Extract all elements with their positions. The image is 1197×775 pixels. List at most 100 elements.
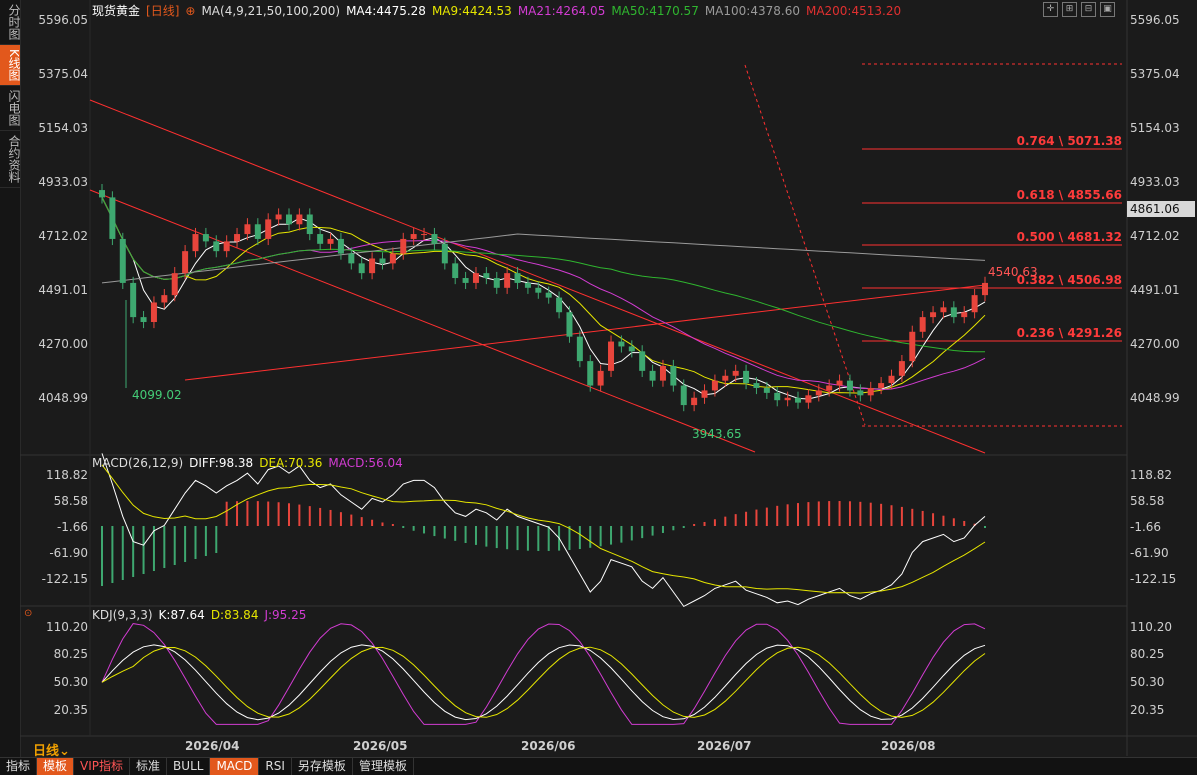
price-tick: 4270.00 [38, 337, 88, 351]
candle-body [254, 224, 261, 239]
candle-body [950, 307, 957, 318]
candle-body [306, 214, 313, 235]
candle-body [234, 234, 241, 242]
price-tick: 4491.01 [38, 283, 88, 297]
macd-tick: 58.58 [1130, 494, 1165, 508]
manage-template-button[interactable]: 管理模板 [353, 758, 414, 775]
macd-diff: DIFF:98.38 [189, 456, 254, 470]
candle-body [285, 214, 292, 225]
kdj-tick: 50.30 [1130, 675, 1165, 689]
candle-body [504, 273, 511, 288]
date-tick: 2026/04 [185, 739, 240, 753]
fib-level-label: 0.236 \ 4291.26 [1017, 326, 1122, 340]
candle-body [628, 346, 635, 352]
trend-line-dashed [744, 64, 866, 426]
candle-body [556, 297, 563, 313]
candle-body [722, 375, 729, 381]
candle-body [743, 370, 750, 384]
price-tick: 4933.03 [38, 175, 88, 189]
bull-button[interactable]: BULL [167, 758, 211, 775]
candle-body [867, 387, 874, 396]
candle-body [317, 234, 324, 244]
candle-body [327, 238, 334, 244]
candle-body [379, 258, 386, 264]
macd-tick: -122.15 [41, 572, 88, 586]
chart-canvas[interactable]: 0.764 \ 5071.38 0.618 \ 4855.66 0.500 \ 46… [0, 0, 1197, 774]
ma50-line [101, 197, 985, 353]
price-tick: 5596.05 [38, 13, 88, 27]
candle-body [369, 258, 376, 274]
kdj-tick: 110.20 [46, 620, 88, 634]
ma9-line [101, 197, 986, 394]
candle-body [348, 253, 355, 264]
candle-body [670, 365, 677, 386]
template-button[interactable]: 模板 [37, 758, 75, 775]
price-annotation: 4540.63 [988, 265, 1038, 279]
candle-body [483, 273, 490, 279]
candle-body [161, 295, 168, 303]
candle-body [701, 390, 708, 398]
candle-body [608, 341, 615, 371]
date-tick: 2026/06 [521, 739, 576, 753]
kdj-tick: 50.30 [53, 675, 88, 689]
candle-body [898, 361, 905, 376]
candle-body [493, 278, 500, 288]
candle-body [389, 253, 396, 264]
candle-body [919, 317, 926, 332]
candle-body [711, 380, 718, 391]
price-tick: 4048.99 [38, 391, 88, 405]
candle-body [182, 251, 189, 274]
macd-value: MACD:56.04 [328, 456, 403, 470]
rsi-button[interactable]: RSI [259, 758, 292, 775]
indicator-button[interactable]: 指标 [0, 758, 38, 775]
candle-body [421, 234, 428, 236]
candle-body [462, 278, 469, 283]
candle-body [130, 282, 137, 318]
candle-body [846, 380, 853, 391]
candle-body [296, 214, 303, 225]
macd-diff-line [101, 453, 986, 608]
macd-button[interactable]: MACD [210, 758, 260, 775]
macd-tick: -61.90 [49, 546, 88, 560]
kdj-settings-icon[interactable]: ⊙ [24, 608, 32, 619]
candle-body [576, 336, 583, 362]
candle-body [99, 190, 105, 198]
price-tick: 5154.03 [1130, 121, 1180, 135]
candle-body [805, 395, 812, 403]
kdj-k: K:87.64 [158, 608, 205, 622]
kdj-tick: 20.35 [53, 703, 88, 717]
candle-body [597, 370, 604, 386]
candle-body [192, 234, 199, 252]
price-tick: 4491.01 [1130, 283, 1180, 297]
date-tick: 2026/07 [697, 739, 752, 753]
kdj-legend: KDJ(9,3,3) K:87.64 D:83.84 J:95.25 [92, 608, 312, 622]
fib-level-label: 0.618 \ 4855.66 [1017, 188, 1122, 202]
price-tick: 5154.03 [38, 121, 88, 135]
macd-tick: -1.66 [56, 520, 88, 534]
kdj-tick: 80.25 [53, 647, 88, 661]
candle-body [826, 385, 833, 391]
candle-body [659, 365, 666, 381]
macd-tick: 118.82 [46, 468, 88, 482]
macd-tick: 118.82 [1130, 468, 1172, 482]
price-annotation: 4099.02 [132, 388, 182, 402]
save-template-button[interactable]: 另存模板 [292, 758, 353, 775]
candle-body [514, 273, 521, 283]
candle-body [930, 312, 937, 318]
candle-body [982, 282, 988, 296]
candle-body [524, 282, 531, 288]
price-tick: 5596.05 [1130, 13, 1180, 27]
candle-body [150, 302, 157, 323]
vip-indicator-button[interactable]: VIP指标 [74, 758, 131, 775]
candle-body [566, 312, 573, 337]
candle-body [774, 392, 781, 401]
candle-body [171, 273, 178, 296]
candle-body [265, 219, 272, 239]
candle-body [431, 234, 438, 244]
price-tick: 5375.04 [38, 67, 88, 81]
candle-body [535, 287, 542, 293]
standard-button[interactable]: 标准 [130, 758, 168, 775]
candle-body [857, 390, 864, 396]
candle-body [119, 238, 126, 283]
macd-tick: -122.15 [1130, 572, 1177, 586]
